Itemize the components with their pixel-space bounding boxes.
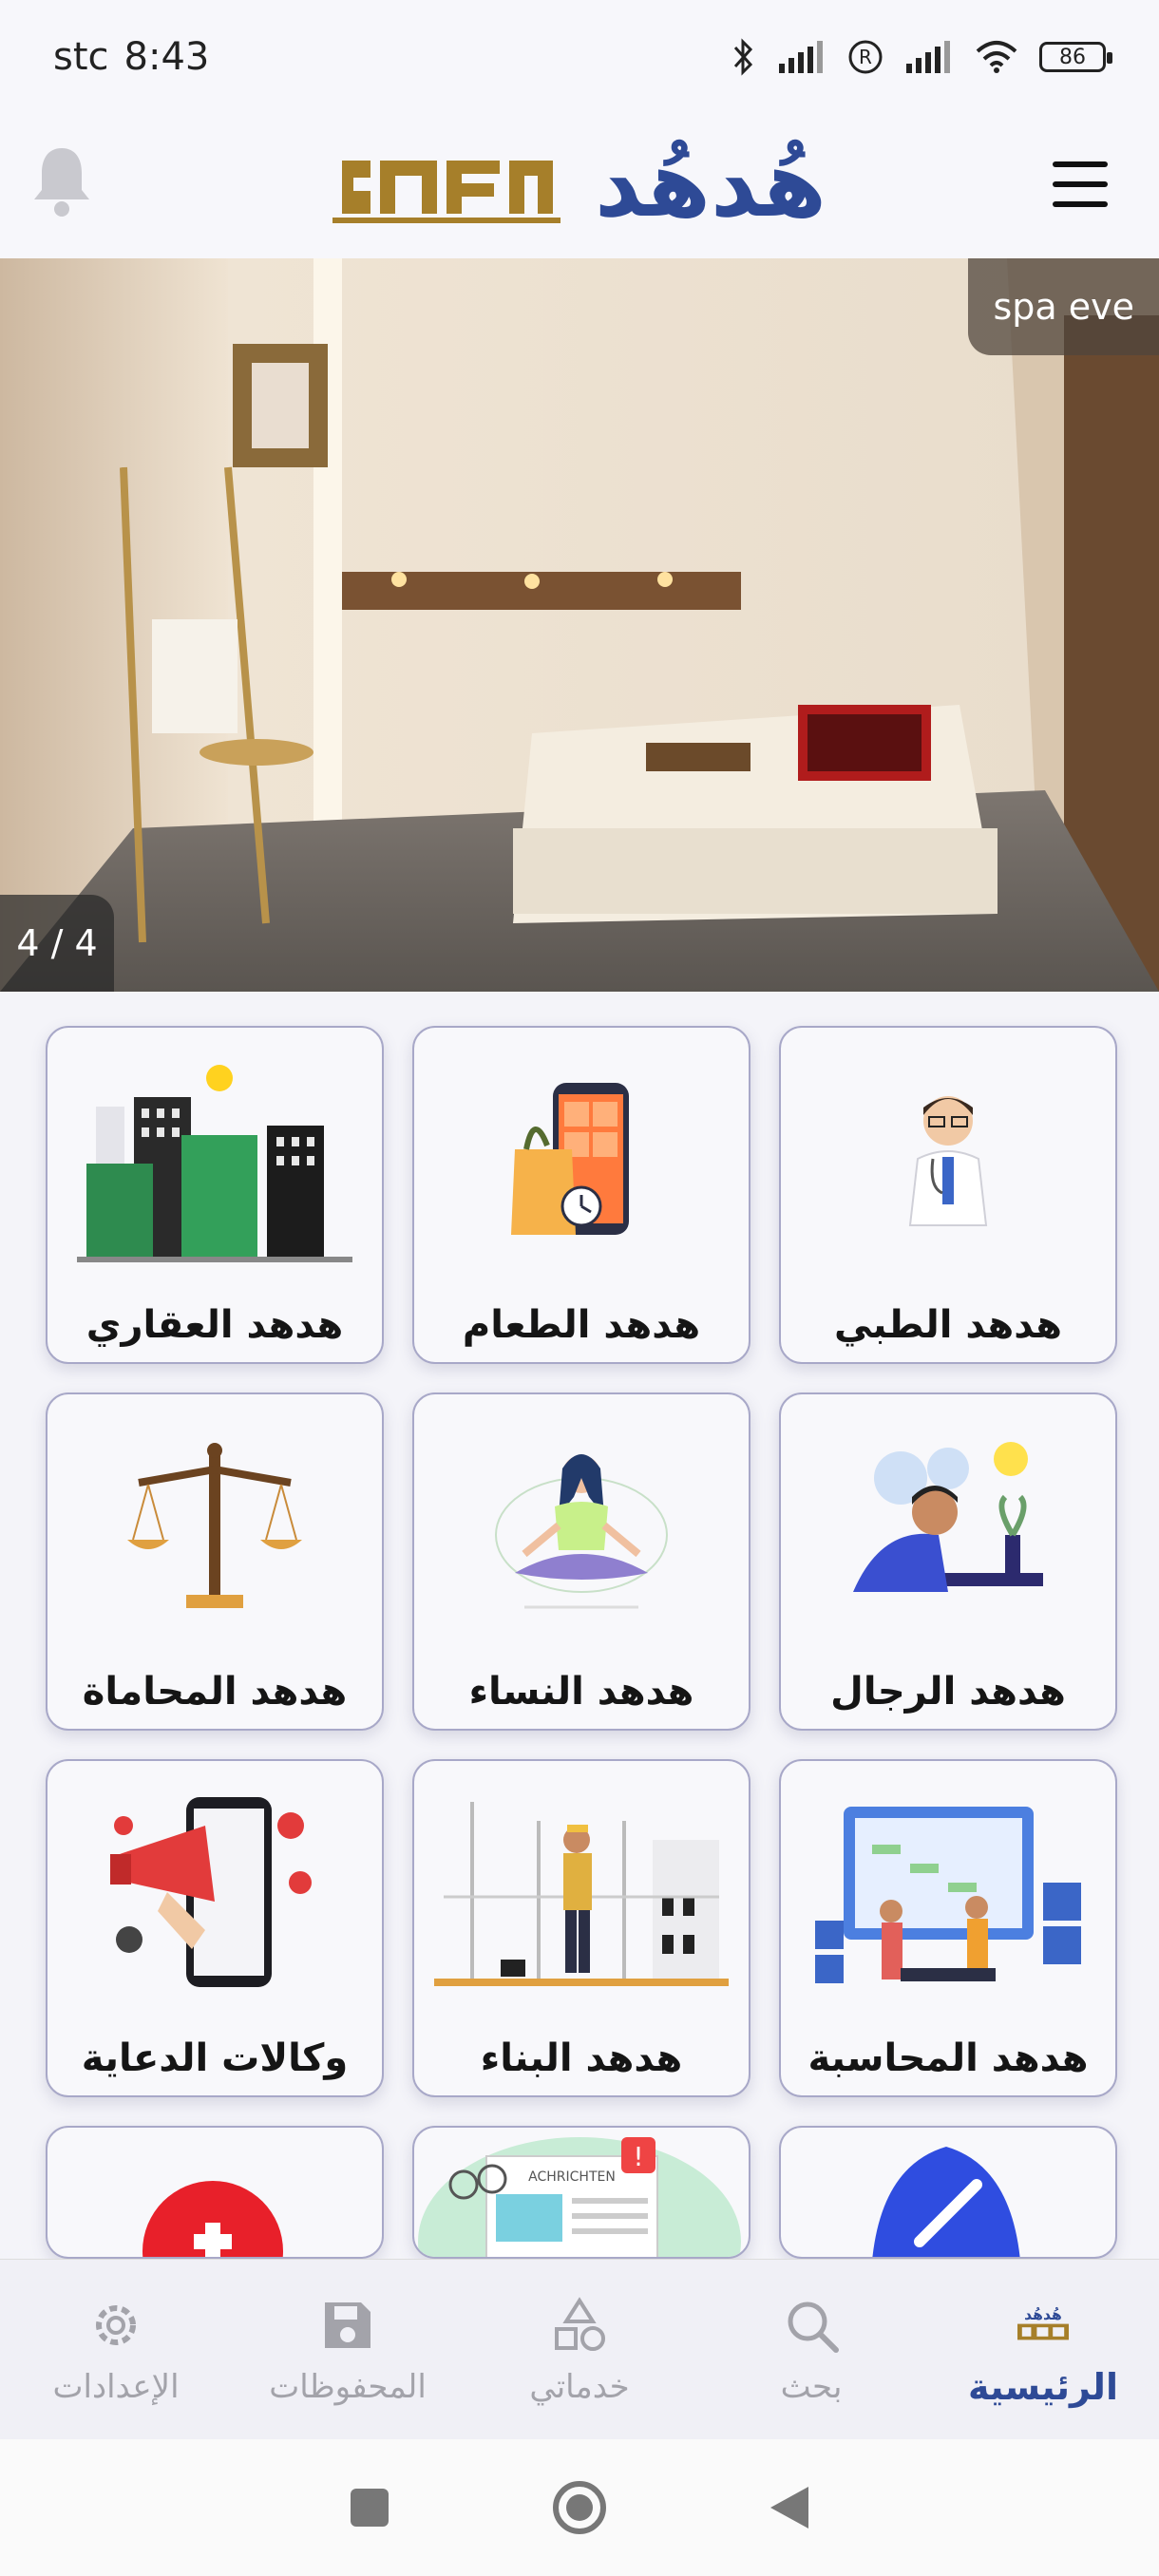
service-card-partial-2[interactable]: ACHRICHTEN !	[412, 2126, 750, 2259]
service-label: هدهد المحاسبة	[808, 2036, 1089, 2080]
service-label: هدهد الرجال	[830, 1670, 1066, 1714]
service-label: هدهد العقاري	[86, 1303, 344, 1347]
nav-label: الرئيسية	[968, 2366, 1118, 2408]
bell-icon[interactable]	[28, 142, 95, 218]
service-label: هدهد الطبي	[833, 1303, 1063, 1347]
carrier-name: stc	[53, 35, 109, 79]
food-delivery-illustration	[433, 1045, 730, 1273]
home-button[interactable]	[552, 2480, 607, 2535]
battery-level: 86	[1059, 45, 1086, 69]
service-label: هدهد الطعام	[462, 1303, 701, 1347]
thinking-man-illustration	[800, 1411, 1096, 1639]
logo-text: هُدهُد	[594, 131, 827, 237]
signal-icon	[906, 41, 950, 73]
hamburger-menu-icon[interactable]	[1053, 161, 1108, 207]
service-card-advertising[interactable]: وكالات الدعاية	[46, 1759, 384, 2097]
spa-room-photo	[0, 258, 1159, 992]
banner-title-badge: spa eve	[968, 258, 1159, 355]
service-label: وكالات الدعاية	[81, 2036, 349, 2080]
svg-text:هُدهُد: هُدهُد	[1024, 2306, 1062, 2323]
social-media-megaphone-illustration	[66, 1778, 363, 2006]
system-navigation-bar	[0, 2439, 1159, 2576]
nav-settings[interactable]: الإعدادات	[0, 2260, 232, 2440]
app-header: هُدهُد	[0, 114, 1159, 258]
search-icon	[780, 2294, 843, 2357]
services-grid: هدهد الطبي هدهد الطعام هدهد العقاري هدهد…	[42, 1026, 1117, 2259]
service-label: هدهد البناء	[480, 2036, 683, 2080]
svg-text:R: R	[859, 46, 872, 68]
status-icons: R 86	[730, 38, 1112, 76]
construction-worker-illustration	[433, 1778, 730, 2006]
service-card-food[interactable]: هدهد الطعام	[412, 1026, 750, 1364]
news-illustration: ACHRICHTEN !	[418, 2137, 741, 2257]
hero-banner[interactable]: spa eve 4 / 4	[0, 258, 1159, 992]
service-card-real-estate[interactable]: هدهد العقاري	[46, 1026, 384, 1364]
service-card-law[interactable]: هدهد المحاماة	[46, 1392, 384, 1731]
registered-icon: R	[848, 40, 883, 74]
nav-label: خدماتي	[529, 2368, 630, 2406]
banner-page-counter: 4 / 4	[0, 895, 114, 992]
service-card-men[interactable]: هدهد الرجال	[779, 1392, 1117, 1731]
wifi-icon	[976, 41, 1017, 73]
nav-search[interactable]: بحث	[695, 2260, 927, 2440]
nav-label: الإعدادات	[52, 2368, 180, 2406]
gear-icon	[85, 2294, 147, 2357]
meditating-woman-illustration	[433, 1411, 730, 1639]
service-card-accounting[interactable]: هدهد المحاسبة	[779, 1759, 1117, 2097]
doctor-illustration	[800, 1045, 1096, 1273]
service-label: هدهد المحاماة	[82, 1670, 348, 1714]
service-card-women[interactable]: هدهد النساء	[412, 1392, 750, 1731]
status-left: stc 8:43	[53, 35, 209, 79]
service-label: هدهد النساء	[468, 1670, 694, 1714]
clock: 8:43	[124, 35, 210, 79]
battery-icon: 86	[1039, 42, 1112, 72]
save-icon	[316, 2294, 379, 2357]
service-card-partial-3[interactable]	[46, 2126, 384, 2259]
logo-gold-mark	[332, 161, 560, 223]
bluetooth-icon	[733, 38, 753, 76]
nav-saved[interactable]: المحفوظات	[232, 2260, 464, 2440]
bottom-navigation: هُدهُد الرئيسية بحث خدماتي المحفوظات الإ…	[0, 2259, 1159, 2440]
service-card-partial-1[interactable]	[779, 2126, 1117, 2259]
accounting-dashboard-illustration	[800, 1778, 1096, 2006]
status-bar: stc 8:43 R 86	[0, 0, 1159, 114]
service-card-medical[interactable]: هدهد الطبي	[779, 1026, 1117, 1364]
badge-percent-icon	[872, 2147, 1020, 2257]
nav-home[interactable]: هُدهُد الرئيسية	[927, 2260, 1159, 2440]
nav-label: بحث	[780, 2368, 843, 2406]
add-circle-icon	[142, 2181, 283, 2257]
nav-label: المحفوظات	[269, 2368, 427, 2406]
home-logo-icon: هُدهُد	[1012, 2292, 1074, 2355]
justice-scales-illustration	[66, 1411, 363, 1639]
svg-text:!: !	[633, 2141, 643, 2172]
signal-icon	[779, 41, 823, 73]
real-estate-buildings-illustration	[66, 1045, 363, 1273]
app-logo: هُدهُد	[285, 127, 874, 241]
back-button[interactable]	[769, 2485, 810, 2530]
recent-apps-button[interactable]	[349, 2487, 390, 2529]
service-card-construction[interactable]: هدهد البناء	[412, 1759, 750, 2097]
news-text: ACHRICHTEN	[528, 2169, 616, 2185]
nav-my-services[interactable]: خدماتي	[464, 2260, 695, 2440]
shapes-icon	[548, 2294, 611, 2357]
